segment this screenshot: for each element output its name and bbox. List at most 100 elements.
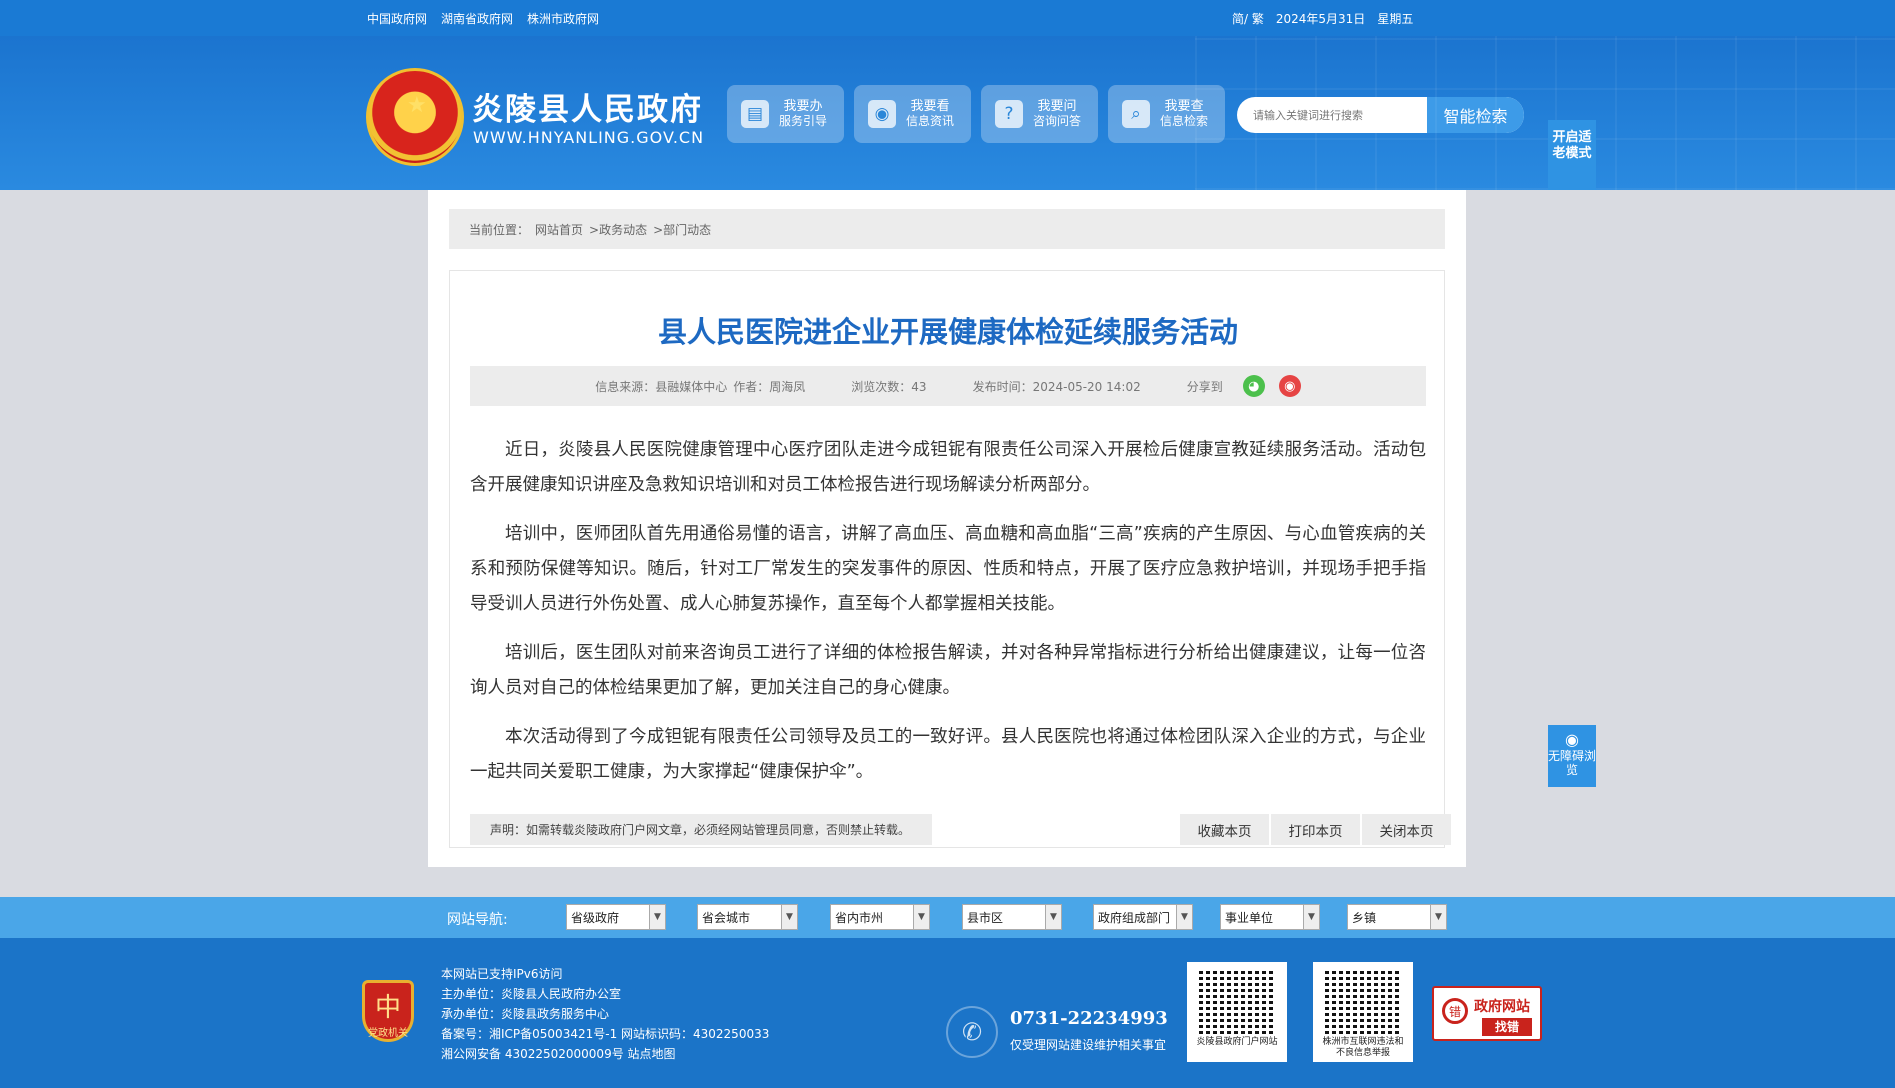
article-author: 作者：周海凤: [733, 379, 806, 394]
top-right: 简/ 繁 2024年5月31日 星期五: [1232, 10, 1413, 27]
quick-line1: 我要办: [783, 99, 823, 114]
phone-note: 仅受理网站建设维护相关事宜: [1010, 1038, 1167, 1052]
select-public-institutions[interactable]: 事业单位 ▼: [1220, 904, 1320, 930]
qr-code-icon: [1325, 968, 1401, 1034]
chevron-down-icon: ▼: [913, 905, 929, 929]
bookmark-page-button[interactable]: 收藏本页: [1180, 814, 1269, 845]
share-label: 分享到: [1186, 379, 1223, 394]
site-title[interactable]: 炎陵县人民政府: [472, 84, 703, 129]
chevron-down-icon: ▼: [1303, 905, 1319, 929]
lang-switch[interactable]: 简/ 繁: [1232, 10, 1264, 27]
select-townships[interactable]: 乡镇 ▼: [1347, 904, 1447, 930]
qr-code-report: 株洲市互联网违法和不良信息举报: [1313, 962, 1413, 1062]
smart-search-button[interactable]: 智能检索: [1427, 97, 1524, 133]
select-value: 乡镇: [1352, 910, 1377, 925]
consult-qa-button[interactable]: ? 我要问 咨询问答: [981, 85, 1098, 143]
document-icon: ▤: [741, 100, 769, 128]
eye-icon: ◉: [1565, 730, 1579, 749]
breadcrumb-dept-news[interactable]: >部门动态: [653, 221, 711, 238]
phone-icon: ✆: [946, 1006, 998, 1058]
quick-line2: 信息资讯: [906, 114, 955, 128]
quick-line1: 我要查: [1164, 99, 1204, 114]
breadcrumb-home[interactable]: 网站首页: [535, 221, 583, 238]
host-unit: 主办单位：炎陵县人民政府办公室: [441, 987, 622, 1001]
top-links: 中国政府网 湖南省政府网 株洲市政府网: [367, 10, 599, 27]
select-value: 事业单位: [1225, 910, 1274, 925]
chevron-down-icon: ▼: [781, 905, 797, 929]
badge-label: 党政机关: [368, 1028, 408, 1039]
top-bar: 中国政府网 湖南省政府网 株洲市政府网 简/ 繁 2024年5月31日 星期五: [0, 0, 1895, 36]
link-hunan-gov[interactable]: 湖南省政府网: [441, 10, 513, 27]
report-error-button[interactable]: 错 政府网站 找错: [1432, 986, 1542, 1041]
select-provincial-gov[interactable]: 省级政府 ▼: [566, 904, 666, 930]
find-sub: 找错: [1482, 1018, 1532, 1036]
article-body: 近日，炎陵县人民医院健康管理中心医疗团队走进今成钽铌有限责任公司深入开展检后健康…: [470, 433, 1426, 804]
police-record[interactable]: 湘公网安备 43022502000009号 站点地图: [441, 1044, 769, 1064]
article-paragraph: 近日，炎陵县人民医院健康管理中心医疗团队走进今成钽铌有限责任公司深入开展检后健康…: [470, 440, 1426, 495]
select-value: 省内市州: [835, 910, 884, 925]
article-source: 信息来源：县融媒体中心: [595, 379, 728, 394]
article-views: 浏览次数：43: [851, 379, 927, 394]
accessibility-label: 无障碍浏览: [1548, 749, 1597, 777]
chevron-down-icon: ▼: [1045, 905, 1061, 929]
site-header: ★ 炎陵县人民政府 WWW.HNYANLING.GOV.CN ▤ 我要办 服务引导…: [0, 36, 1895, 190]
national-emblem-logo[interactable]: ★: [366, 68, 464, 166]
reprint-declaration: 声明：如需转载炎陵政府门户网文章，必须经网站管理员同意，否则禁止转载。: [470, 814, 932, 845]
article-paragraph: 本次活动得到了今成钽铌有限责任公司领导及员工的一致好评。县人民医院也将通过体检团…: [470, 727, 1426, 782]
page-actions: 收藏本页 打印本页 关闭本页: [1180, 814, 1451, 845]
quick-line2: 信息检索: [1160, 114, 1209, 128]
link-gov-cn[interactable]: 中国政府网: [367, 10, 427, 27]
article-paragraph: 培训后，医生团队对前来咨询员工进行了详细的体检报告解读，并对各种异常指标进行分析…: [470, 643, 1426, 698]
current-weekday: 星期五: [1377, 12, 1414, 26]
select-counties[interactable]: 县市区 ▼: [962, 904, 1062, 930]
chevron-down-icon: ▼: [1176, 905, 1192, 929]
qr-code-portal: 炎陵县政府门户网站: [1187, 962, 1287, 1062]
info-search-button[interactable]: ⌕ 我要查 信息检索: [1108, 85, 1225, 143]
find-title: 政府网站: [1474, 999, 1530, 1015]
chevron-down-icon: ▼: [1430, 905, 1446, 929]
icp-record[interactable]: 备案号：湘ICP备05003421号-1 网站标识码：4302250033: [441, 1024, 769, 1044]
party-gov-badge[interactable]: 中党政机关: [362, 980, 414, 1042]
article-published: 发布时间：2024-05-20 14:02: [972, 379, 1141, 394]
quick-line1: 我要问: [1037, 99, 1077, 114]
qr-code-icon: [1199, 968, 1275, 1034]
search-input[interactable]: [1237, 97, 1427, 133]
content-panel: 当前位置： 网站首页 >政务动态 >部门动态 县人民医院进企业开展健康体检延续服…: [428, 190, 1466, 867]
select-gov-departments[interactable]: 政府组成部门 ▼: [1093, 904, 1193, 930]
eye-icon: ◉: [868, 100, 896, 128]
article: 县人民医院进企业开展健康体检延续服务活动 信息来源：县融媒体中心 作者：周海凤 …: [449, 270, 1451, 848]
breadcrumb: 当前位置： 网站首页 >政务动态 >部门动态: [449, 209, 1445, 249]
close-page-button[interactable]: 关闭本页: [1362, 814, 1451, 845]
breadcrumb-label: 当前位置：: [469, 222, 530, 237]
elder-mode-toggle[interactable]: 开启适老模式: [1548, 120, 1596, 190]
select-value: 省级政府: [571, 910, 620, 925]
weibo-share-icon[interactable]: ◉: [1278, 375, 1301, 397]
select-value: 政府组成部门: [1098, 910, 1171, 925]
qr-caption: 炎陵县政府门户网站: [1196, 1037, 1278, 1047]
site-nav-bar: 网站导航: 省级政府 ▼ 省会城市 ▼ 省内市州 ▼ 县市区 ▼ 政府组成部门 ▼ 事业单…: [0, 897, 1895, 938]
site-nav-label: 网站导航:: [447, 912, 508, 928]
select-capital-cities[interactable]: 省会城市 ▼: [697, 904, 798, 930]
article-title: 县人民医院进企业开展健康体检延续服务活动: [657, 315, 1238, 349]
site-url: WWW.HNYANLING.GOV.CN: [473, 128, 705, 147]
select-value: 县市区: [967, 910, 1004, 925]
contact-phone: 0731-22234993: [1010, 1008, 1168, 1029]
qr-caption: 株洲市互联网违法和不良信息举报: [1322, 1037, 1404, 1058]
select-value: 省会城市: [702, 910, 751, 925]
select-prefectures[interactable]: 省内市州 ▼: [830, 904, 930, 930]
search-icon: ⌕: [1122, 100, 1150, 128]
search-box: 智能检索: [1237, 97, 1524, 133]
accessibility-button[interactable]: ◉ 无障碍浏览: [1548, 725, 1596, 787]
site-footer: 中党政机关 本网站已支持IPv6访问 主办单位：炎陵县人民政府办公室 承办单位：…: [0, 938, 1895, 1088]
quick-line1: 我要看: [910, 99, 950, 114]
wechat-share-icon[interactable]: ◕: [1242, 375, 1265, 397]
current-date: 2024年5月31日: [1275, 12, 1366, 26]
service-guide-button[interactable]: ▤ 我要办 服务引导: [727, 85, 844, 143]
article-meta: 信息来源：县融媒体中心 作者：周海凤 浏览次数：43 发布时间：2024-05-…: [470, 366, 1426, 406]
breadcrumb-gov-news[interactable]: >政务动态: [589, 221, 647, 238]
footer-info: 本网站已支持IPv6访问 主办单位：炎陵县人民政府办公室 承办单位：炎陵县政务服…: [441, 964, 769, 1064]
print-page-button[interactable]: 打印本页: [1271, 814, 1360, 845]
magnifier-icon: 错: [1442, 998, 1468, 1024]
info-news-button[interactable]: ◉ 我要看 信息资讯: [854, 85, 971, 143]
link-zhuzhou-gov[interactable]: 株洲市政府网: [527, 10, 599, 27]
